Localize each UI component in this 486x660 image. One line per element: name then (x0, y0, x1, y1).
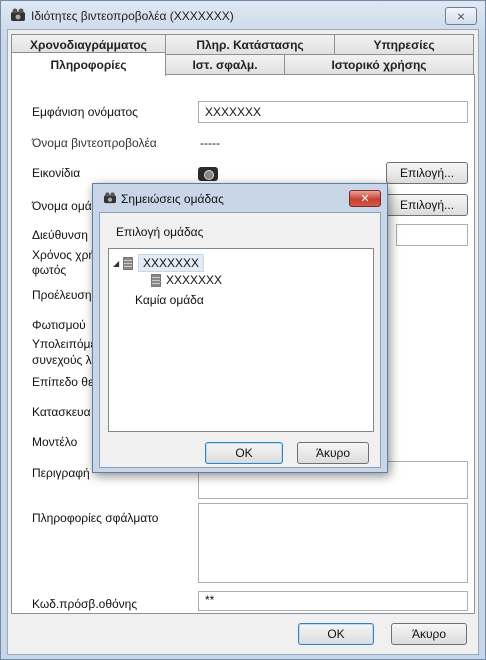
building-icon (151, 273, 161, 287)
screen-access-field[interactable]: ** (198, 591, 468, 611)
error-info-label: Πληροφορίες σφάλματο (32, 511, 159, 525)
tree-child-item[interactable]: XXXXXXX (151, 273, 222, 287)
tab-services[interactable]: Υπηρεσίες (334, 34, 474, 54)
lamp-time-label-line1: Χρόνος χρή (32, 248, 96, 262)
building-icon (123, 256, 133, 270)
remaining-label-line1: Υπολειπόμε (32, 337, 96, 351)
window-titlebar[interactable]: Ιδιότητες βιντεοπροβολέα (XXXXXXX) ⨯ (1, 1, 485, 29)
group-dialog: Σημειώσεις ομάδας ✕ Επιλογή ομάδας ◢ XXX… (92, 183, 388, 473)
close-icon: ✕ (360, 193, 370, 205)
tab-information[interactable]: Πληροφορίες (11, 52, 166, 76)
address-field[interactable] (396, 224, 468, 246)
dialog-close-button[interactable]: ✕ (349, 190, 381, 207)
lighting-label: Φωτισμού (32, 318, 86, 332)
window-close-button[interactable]: ⨯ (445, 7, 477, 25)
window-title: Ιδιότητες βιντεοπροβολέα (XXXXXXX) (31, 9, 234, 23)
projector-name-label: Όνομα βιντεοπροβολέα (32, 136, 157, 150)
group-select-button[interactable]: Επιλογή... (386, 194, 468, 216)
dialog-cancel-button[interactable]: Άκυρο (297, 442, 369, 464)
remaining-label-line2: συνεχούς λ (32, 353, 92, 367)
close-icon: ⨯ (456, 10, 466, 23)
manufacturer-label: Κατασκευα (32, 405, 91, 419)
dialog-title: Σημειώσεις ομάδας (121, 192, 224, 206)
group-name-label: Όνομα ομά (32, 199, 92, 213)
tree-root-label: XXXXXXX (138, 254, 205, 272)
lamp-time-label-line2: φωτός (32, 263, 67, 277)
projector-app-icon (11, 8, 25, 21)
tree-root-item[interactable]: ◢ XXXXXXX (113, 254, 205, 272)
error-info-field[interactable] (198, 503, 468, 583)
icon-select-button[interactable]: Επιλογή... (386, 162, 468, 184)
display-name-field[interactable]: XXXXXXX (198, 101, 468, 123)
cancel-button[interactable]: Άκυρο (391, 623, 467, 645)
select-group-label: Επιλογή ομάδας (116, 225, 204, 239)
ok-button[interactable]: OK (298, 623, 374, 645)
dialog-client-area: Επιλογή ομάδας ◢ XXXXXXX XXXXXXX Καμία ο… (99, 212, 381, 468)
tab-status-info[interactable]: Πληρ. Κατάστασης (165, 34, 335, 54)
group-tree[interactable]: ◢ XXXXXXX XXXXXXX Καμία ομάδα (108, 248, 374, 432)
tab-usage-history[interactable]: Ιστορικό χρήσης (284, 54, 474, 74)
projector-name-value: ----- (200, 136, 220, 150)
projector-icon (198, 167, 218, 181)
source-label: Προέλευση (32, 288, 92, 302)
tab-row-1: Χρονοδιαγράμματος Πληρ. Κατάστασης Υπηρε… (11, 34, 474, 54)
tree-no-group-label: Καμία ομάδα (135, 293, 204, 307)
tab-error-history[interactable]: Ιστ. σφαλμ. (165, 54, 285, 74)
level-label: Επίπεδο θε (32, 375, 94, 389)
screen-access-label: Κωδ.πρόσβ.οθόνης (32, 597, 138, 611)
address-label: Διεύθυνση (32, 228, 88, 242)
tab-row-2: Πληροφορίες Ιστ. σφαλμ. Ιστορικό χρήσης (11, 52, 474, 76)
display-name-label: Εμφάνιση ονόματος (32, 105, 138, 119)
tab-schedule[interactable]: Χρονοδιαγράμματος (11, 34, 166, 54)
tree-child-label: XXXXXXX (166, 273, 223, 287)
expand-arrow-icon[interactable]: ◢ (113, 259, 123, 268)
dialog-titlebar[interactable]: Σημειώσεις ομάδας ✕ (93, 184, 387, 212)
icons-label: Εικονίδια (32, 166, 81, 180)
dialog-ok-button[interactable]: OK (205, 442, 283, 464)
tree-no-group-item[interactable]: Καμία ομάδα (135, 293, 204, 307)
model-label: Μοντέλο (32, 435, 78, 449)
description-label: Περιγραφή (32, 466, 90, 480)
projector-app-icon (104, 192, 116, 204)
